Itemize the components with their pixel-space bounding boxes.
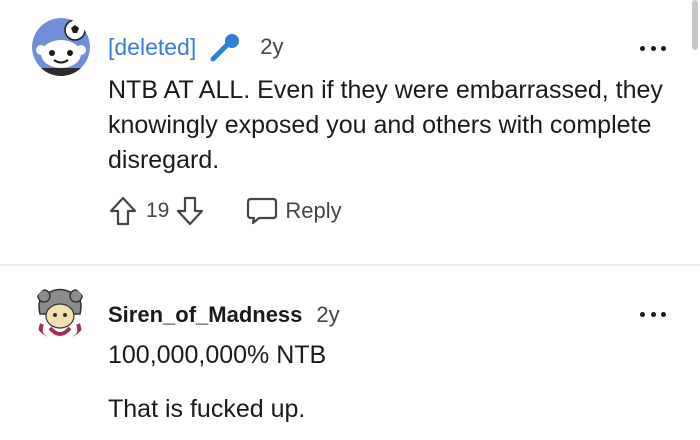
comment-actions: 19 Reply (108, 193, 342, 229)
snoo-avatar-icon[interactable] (32, 18, 90, 76)
downvote-icon[interactable] (175, 195, 205, 227)
comment-meta: Siren_of_Madness 2y (108, 300, 340, 330)
microphone-icon (208, 32, 242, 62)
user-avatar-icon[interactable] (32, 284, 88, 340)
reply-bubble-icon (247, 197, 278, 225)
author-name[interactable]: Siren_of_Madness (108, 302, 302, 328)
comment-body: 100,000,000% NTB That is fucked up. (108, 338, 668, 428)
comment-body: NTB AT ALL. Even if they were embarrasse… (108, 76, 663, 174)
comment-siren: Siren_of_Madness 2y 100,000,000% NTB Tha… (0, 266, 700, 440)
comment-line: That is fucked up. (108, 395, 306, 423)
reply-label: Reply (285, 198, 342, 223)
comment-line: 100,000,000% NTB (108, 341, 327, 369)
vote-score: 19 (146, 199, 170, 222)
reply-button[interactable]: Reply (245, 196, 342, 226)
upvote-icon[interactable] (108, 195, 138, 227)
comment-timestamp: 2y (316, 302, 340, 327)
comment-deleted: [deleted] 2y NTB AT ALL. Even if they we… (0, 0, 700, 264)
comment-meta: [deleted] 2y (108, 32, 284, 62)
author-name[interactable]: [deleted] (108, 34, 196, 61)
more-options-icon[interactable] (640, 310, 666, 318)
more-options-icon[interactable] (640, 44, 666, 52)
comment-timestamp: 2y (260, 34, 284, 59)
